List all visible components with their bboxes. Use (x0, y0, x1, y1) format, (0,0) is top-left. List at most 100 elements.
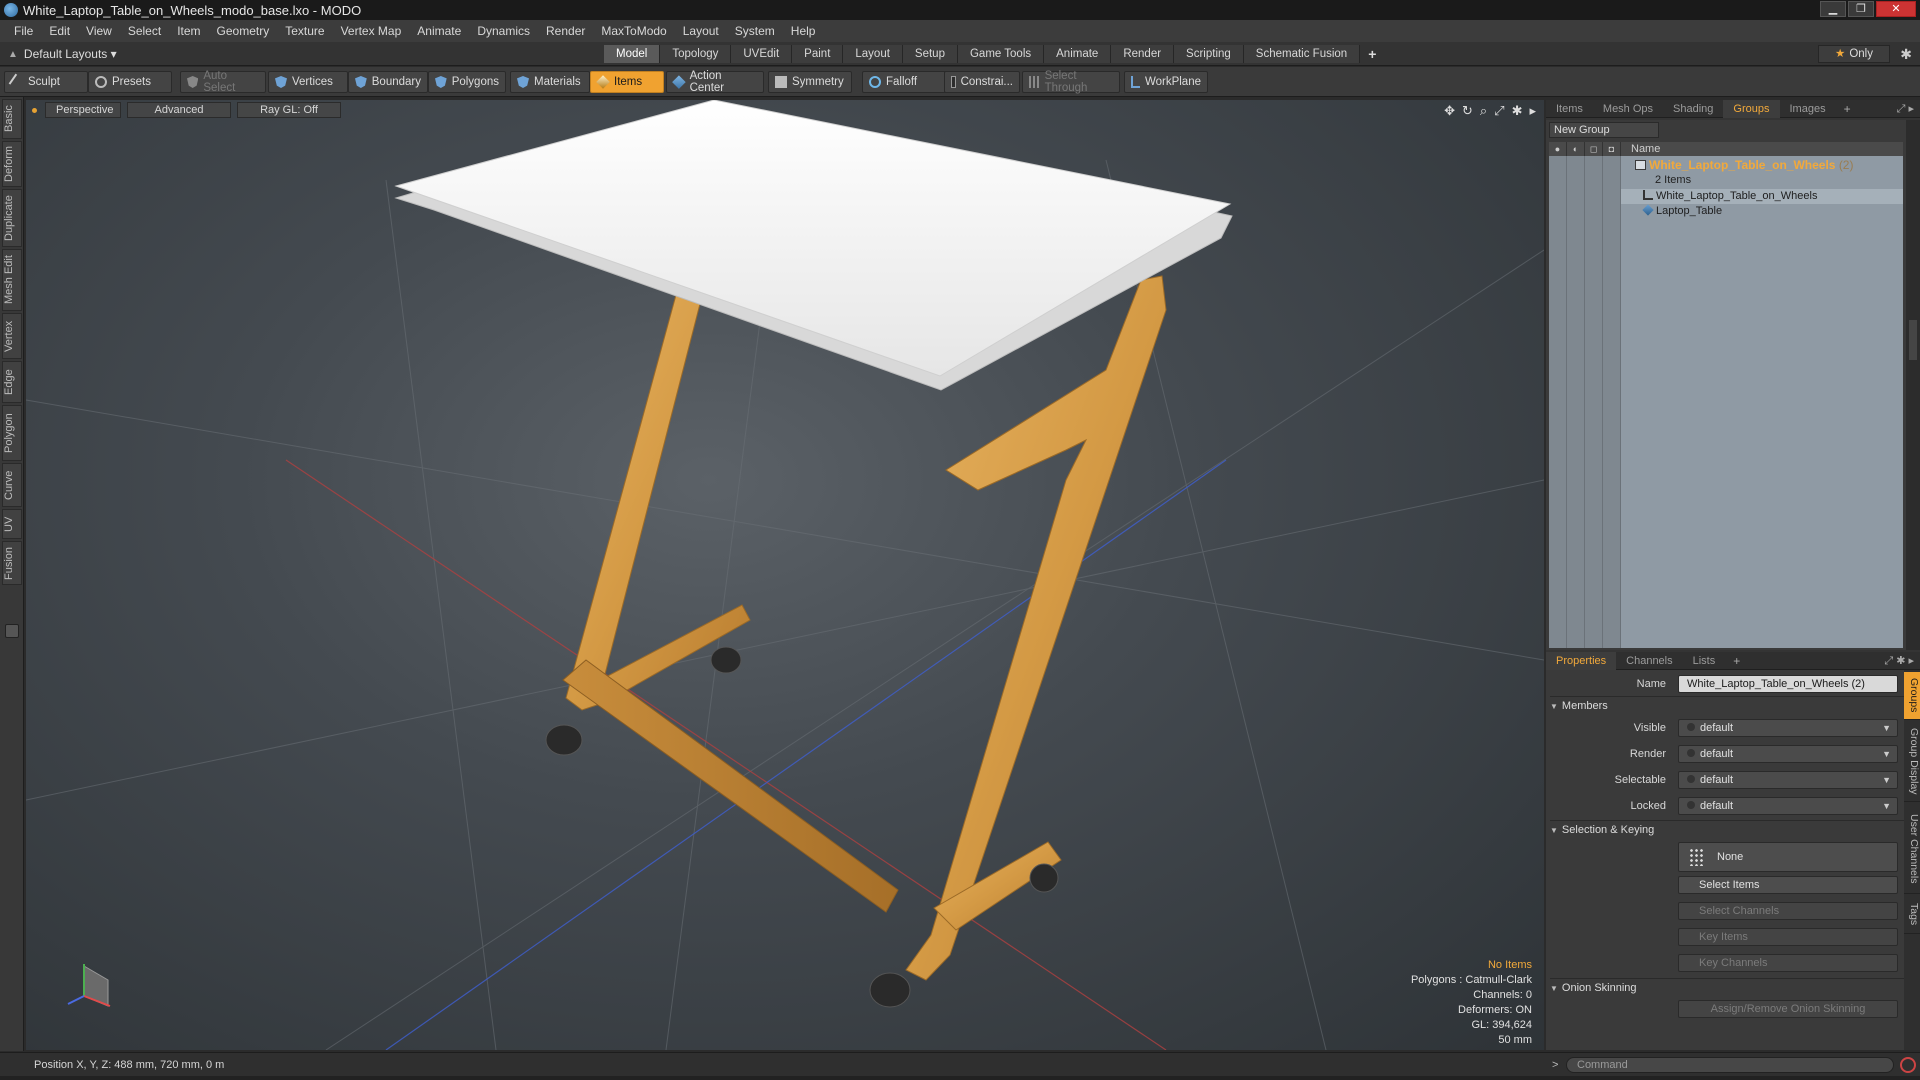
scrollbar-thumb[interactable] (1909, 320, 1917, 360)
default-layouts-dropdown[interactable]: ▲ Default Layouts ▾ (8, 45, 117, 63)
group-tree[interactable]: White_Laptop_Table_on_Wheels (2) 2 Items… (1549, 156, 1903, 648)
boundary-button[interactable]: Boundary (348, 71, 428, 93)
tab-paint[interactable]: Paint (792, 45, 844, 63)
list-item[interactable]: White_Laptop_Table_on_Wheels (1621, 189, 1903, 204)
add-panel-tab-button[interactable]: + (1836, 100, 1859, 118)
command-input[interactable]: Command (1566, 1057, 1894, 1073)
vtab-polygon[interactable]: Polygon (2, 405, 22, 461)
selectable-dropdown[interactable]: default ▼ (1678, 771, 1898, 789)
sidetab-groups[interactable]: Groups (1904, 672, 1920, 720)
menu-system[interactable]: System (727, 20, 783, 42)
properties-expand-icon[interactable]: ⤢ ✱ ▸ (1884, 654, 1914, 668)
action-center-button[interactable]: Action Center (666, 70, 764, 94)
tab-render[interactable]: Render (1111, 45, 1175, 63)
menu-edit[interactable]: Edit (41, 20, 78, 42)
sidetab-tags[interactable]: Tags (1904, 896, 1920, 934)
vtab-deform[interactable]: Deform (2, 141, 22, 187)
viewport-expand-icon[interactable]: ▸ (1529, 103, 1536, 119)
menu-item[interactable]: Item (169, 20, 208, 42)
menu-file[interactable]: File (6, 20, 41, 42)
presets-button[interactable]: Presets (88, 71, 172, 93)
tab-uvedit[interactable]: UVEdit (731, 45, 793, 63)
groups-scrollbar[interactable] (1906, 120, 1920, 650)
tab-images[interactable]: Images (1780, 100, 1836, 118)
key-channels-button[interactable]: Key Channels (1678, 954, 1898, 972)
menu-select[interactable]: Select (120, 20, 169, 42)
group-row[interactable]: White_Laptop_Table_on_Wheels (2) (1621, 158, 1853, 173)
tab-animate[interactable]: Animate (1044, 45, 1112, 63)
menu-geometry[interactable]: Geometry (209, 20, 278, 42)
3d-viewport[interactable]: Perspective Advanced Ray GL: Off ✥ ↻ ⌕ ⤢… (26, 100, 1544, 1050)
tab-game-tools[interactable]: Game Tools (957, 45, 1045, 63)
select-through-button[interactable]: Select Through (1022, 70, 1120, 94)
vertices-button[interactable]: Vertices (268, 71, 348, 93)
sidetab-group-display[interactable]: Group Display (1904, 722, 1920, 802)
vtab-uv[interactable]: UV (2, 509, 22, 539)
rotate-view-icon[interactable]: ↻ (1462, 103, 1473, 119)
polygons-button[interactable]: Polygons (428, 71, 506, 93)
new-group-button[interactable]: New Group (1549, 122, 1659, 138)
gear-icon[interactable]: ✱ (1900, 45, 1912, 63)
tab-topology[interactable]: Topology (660, 45, 732, 63)
vtab-mesh-edit[interactable]: Mesh Edit (2, 249, 22, 311)
panel-expand-icon[interactable]: ⤢ ▸ (1897, 102, 1914, 116)
onion-skinning-button[interactable]: Assign/Remove Onion Skinning (1678, 1000, 1898, 1018)
tab-channels[interactable]: Channels (1616, 652, 1682, 670)
menu-view[interactable]: View (78, 20, 120, 42)
menu-render[interactable]: Render (538, 20, 593, 42)
view-settings-icon[interactable]: ✱ (1512, 103, 1523, 119)
viewport-menu-icon[interactable] (32, 107, 37, 113)
menu-layout[interactable]: Layout (675, 20, 727, 42)
tab-model[interactable]: Model (604, 45, 661, 63)
select-col-icon[interactable]: ◻ (1585, 142, 1603, 156)
only-button[interactable]: ★ Only (1818, 45, 1890, 63)
select-channels-button[interactable]: Select Channels (1678, 902, 1898, 920)
tab-groups[interactable]: Groups (1723, 99, 1780, 118)
constraints-button[interactable]: Constrai... (944, 71, 1020, 93)
menu-texture[interactable]: Texture (277, 20, 332, 42)
vtab-basic[interactable]: Basic (2, 99, 22, 139)
minimize-button[interactable]: ▁ (1820, 1, 1846, 17)
menu-dynamics[interactable]: Dynamics (469, 20, 538, 42)
onion-skinning-section[interactable]: ▼ Onion Skinning (1550, 978, 1910, 996)
items-button[interactable]: Items (590, 71, 664, 93)
visibility-col-icon[interactable]: ● (1549, 142, 1567, 156)
lock-col-icon[interactable]: ◘ (1603, 142, 1621, 156)
tab-items[interactable]: Items (1546, 100, 1593, 118)
menu-vertex-map[interactable]: Vertex Map (333, 20, 410, 42)
key-items-button[interactable]: Key Items (1678, 928, 1898, 946)
tab-layout[interactable]: Layout (843, 45, 903, 63)
vtab-edge[interactable]: Edge (2, 361, 22, 403)
tab-mesh-ops[interactable]: Mesh Ops (1593, 100, 1663, 118)
vtab-vertex[interactable]: Vertex (2, 313, 22, 359)
tab-setup[interactable]: Setup (902, 45, 958, 63)
toolbox-toggle-button[interactable] (5, 624, 19, 638)
sidetab-user-channels[interactable]: User Channels (1904, 804, 1920, 894)
members-section[interactable]: ▼ Members (1550, 696, 1910, 714)
render-dropdown[interactable]: default ▼ (1678, 745, 1898, 763)
workplane-button[interactable]: WorkPlane (1124, 71, 1208, 93)
tab-schematic-fusion[interactable]: Schematic Fusion (1243, 45, 1361, 63)
advanced-button[interactable]: Advanced (127, 102, 231, 118)
tab-properties[interactable]: Properties (1546, 651, 1617, 670)
selection-keying-section[interactable]: ▼ Selection & Keying (1550, 820, 1910, 838)
vtab-duplicate[interactable]: Duplicate (2, 189, 22, 247)
sculpt-button[interactable]: Sculpt (4, 71, 88, 93)
none-button[interactable]: None (1678, 842, 1898, 872)
menu-maxtomodo[interactable]: MaxToModo (593, 20, 674, 42)
zoom-view-icon[interactable]: ⌕ (1480, 103, 1487, 119)
raygl-button[interactable]: Ray GL: Off (237, 102, 341, 118)
tab-shading[interactable]: Shading (1663, 100, 1723, 118)
select-items-button[interactable]: Select Items (1678, 876, 1898, 894)
maximize-button[interactable]: ❐ (1848, 1, 1874, 17)
menu-animate[interactable]: Animate (409, 20, 469, 42)
locked-dropdown[interactable]: default ▼ (1678, 797, 1898, 815)
tab-scripting[interactable]: Scripting (1174, 45, 1244, 63)
visible-dropdown[interactable]: default ▼ (1678, 719, 1898, 737)
symmetry-button[interactable]: Symmetry (768, 71, 852, 93)
close-button[interactable]: ✕ (1876, 1, 1916, 17)
falloff-button[interactable]: Falloff (862, 71, 946, 93)
add-tab-button[interactable]: + (1360, 45, 1384, 63)
vtab-curve[interactable]: Curve (2, 463, 22, 507)
list-item[interactable]: Laptop_Table (1621, 204, 1722, 219)
